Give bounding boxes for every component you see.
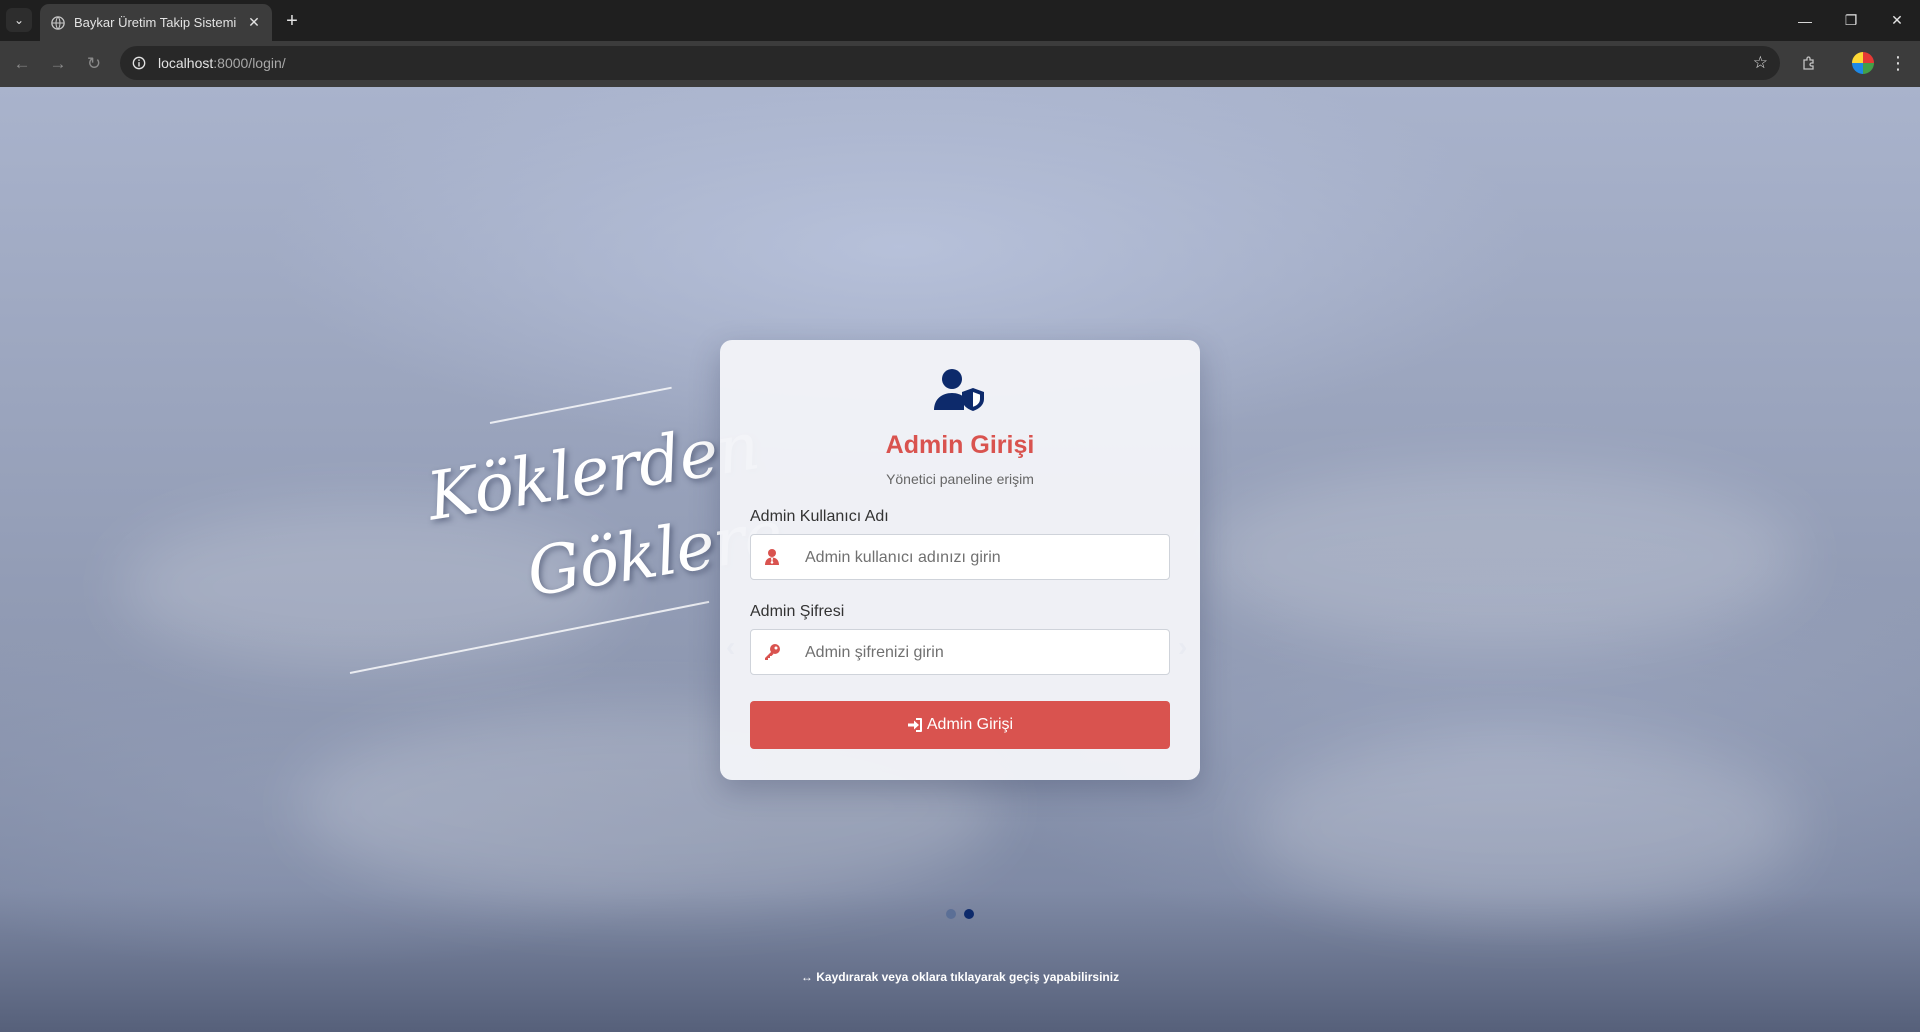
password-label: Admin Şifresi — [750, 603, 845, 620]
background-cloud — [1200, 467, 1800, 647]
sign-in-icon — [907, 717, 923, 733]
carousel-hint: ↔ Kaydırarak veya oklara tıklayarak geçi… — [800, 970, 1120, 984]
plus-icon: + — [286, 9, 298, 32]
minimize-button[interactable]: — — [1782, 0, 1828, 41]
admin-login-card: Admin Girişi Yönetici paneline erişim Ad… — [720, 340, 1200, 780]
carousel-dot-2-active[interactable] — [964, 909, 974, 919]
tab-title: Baykar Üretim Takip Sistemi - G — [74, 15, 239, 30]
slogan-line-top — [489, 386, 672, 424]
tab-list-button[interactable]: ⌄ — [6, 8, 32, 32]
arrow-left-icon: ← — [13, 54, 31, 73]
restore-button[interactable]: ❐ — [1828, 0, 1874, 41]
url-text: localhost:8000/login/ — [158, 55, 286, 71]
username-input[interactable] — [803, 535, 1157, 581]
username-label: Admin Kullanıcı Adı — [750, 508, 889, 525]
carousel-dot-1[interactable] — [946, 909, 956, 919]
kebab-menu-icon[interactable]: ⋮ — [1886, 50, 1910, 76]
reload-icon: ↻ — [86, 54, 102, 73]
avatar[interactable] — [1852, 52, 1874, 74]
browser-toolbar: ← → ↻ localhost:8000/login/ ☆ — [0, 41, 1920, 87]
url-host: localhost — [158, 55, 214, 71]
arrow-right-icon: → — [49, 54, 67, 73]
user-shield-icon — [932, 368, 988, 412]
login-page: Köklerden Göklere ‹ › Admin Girişi Yönet… — [0, 87, 1920, 1032]
minimize-icon: — — [1798, 12, 1812, 29]
browser-tab-bar: ⌄ Baykar Üretim Takip Sistemi - G ✕ + — … — [0, 0, 1920, 41]
user-tie-icon — [763, 548, 781, 566]
background-cloud — [1250, 737, 1800, 917]
browser-tab[interactable]: Baykar Üretim Takip Sistemi - G ✕ — [40, 4, 272, 41]
password-input[interactable] — [803, 630, 1157, 676]
back-button[interactable]: ← — [10, 52, 34, 76]
page-title: Admin Girişi — [885, 431, 1035, 459]
puzzle-icon[interactable] — [1798, 52, 1820, 74]
password-field[interactable] — [750, 629, 1170, 676]
new-tab-button[interactable]: + — [280, 9, 304, 33]
page-subtitle: Yönetici paneline erişim — [886, 471, 1034, 487]
chevron-down-icon: ⌄ — [13, 13, 25, 27]
admin-login-button[interactable]: Admin Girişi — [750, 701, 1170, 749]
address-bar[interactable]: localhost:8000/login/ ☆ — [120, 46, 1780, 80]
info-icon[interactable] — [130, 54, 148, 72]
close-window-button[interactable]: ✕ — [1874, 0, 1920, 41]
restore-icon: ❐ — [1844, 12, 1858, 28]
globe-icon — [50, 15, 66, 31]
admin-login-button-label: Admin Girişi — [926, 716, 1014, 733]
forward-button[interactable]: → — [46, 52, 70, 76]
close-icon[interactable]: ✕ — [246, 14, 262, 30]
close-icon: ✕ — [1891, 12, 1903, 28]
reload-button[interactable]: ↻ — [82, 52, 106, 76]
key-icon — [763, 643, 781, 661]
url-path: :8000/login/ — [213, 55, 286, 71]
username-field[interactable] — [750, 534, 1170, 581]
star-icon[interactable]: ☆ — [1753, 53, 1768, 73]
